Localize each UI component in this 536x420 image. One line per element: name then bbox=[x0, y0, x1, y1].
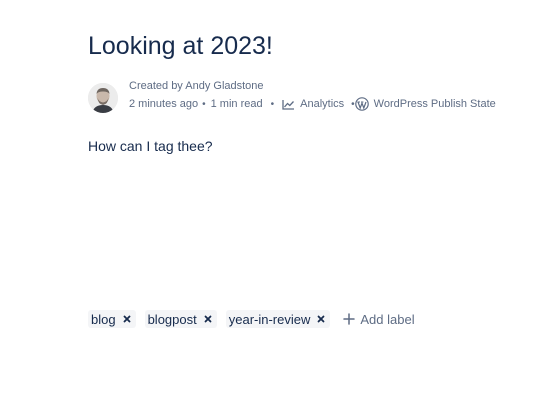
byline-meta: 2 minutes ago • 1 min read • Analytics •… bbox=[129, 97, 496, 111]
labels-bar: blog blogpost year-in-review Add label bbox=[88, 309, 415, 329]
add-label-button[interactable]: Add label bbox=[343, 311, 415, 327]
dot-separator: • bbox=[270, 98, 275, 110]
label-chip[interactable]: blogpost bbox=[144, 310, 217, 328]
label-text: blogpost bbox=[147, 311, 197, 327]
time-ago[interactable]: 2 minutes ago bbox=[129, 98, 198, 111]
close-icon[interactable] bbox=[203, 314, 213, 324]
read-time: 1 min read bbox=[210, 97, 263, 110]
close-icon[interactable] bbox=[316, 314, 326, 324]
dot-separator: • bbox=[202, 98, 206, 110]
label-chip[interactable]: blog bbox=[88, 310, 136, 328]
plus-icon bbox=[343, 313, 356, 325]
wordpress-icon bbox=[354, 97, 369, 111]
add-label-text: Add label bbox=[360, 311, 415, 327]
analytics-link[interactable]: Analytics bbox=[282, 98, 344, 111]
analytics-label: Analytics bbox=[300, 97, 345, 110]
avatar[interactable] bbox=[88, 83, 118, 113]
avatar-image bbox=[88, 83, 118, 113]
label-text: year-in-review bbox=[228, 311, 311, 327]
wordpress-label: WordPress Publish State bbox=[373, 97, 496, 110]
chart-line-icon bbox=[282, 99, 295, 110]
wordpress-publish-state[interactable]: WordPress Publish State bbox=[354, 97, 496, 111]
byline: Created by Andy Gladstone 2 minutes ago … bbox=[88, 80, 528, 116]
page-title: Looking at 2023! bbox=[88, 32, 273, 60]
created-by[interactable]: Created by Andy Gladstone bbox=[129, 80, 264, 93]
label-text: blog bbox=[91, 311, 116, 327]
label-chip[interactable]: year-in-review bbox=[225, 310, 331, 328]
close-icon[interactable] bbox=[122, 314, 132, 324]
page-body: How can I tag thee? bbox=[88, 138, 213, 154]
